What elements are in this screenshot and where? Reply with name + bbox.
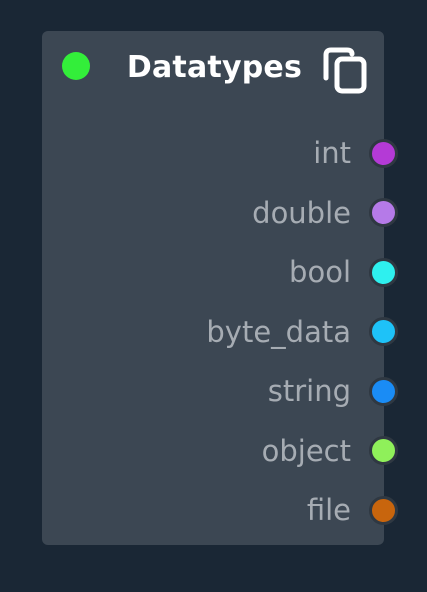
output-port-byte-data[interactable]: byte_data: [206, 314, 398, 349]
port-connector-dot[interactable]: [369, 317, 398, 346]
node-title: Datatypes: [126, 50, 302, 85]
port-label: double: [252, 195, 351, 230]
port-connector-dot[interactable]: [369, 198, 398, 227]
port-connector-dot[interactable]: [369, 257, 398, 287]
port-label: file: [306, 493, 351, 527]
port-label: int: [313, 136, 351, 170]
copy-icon[interactable]: [319, 44, 373, 98]
port-connector-dot[interactable]: [369, 436, 398, 465]
port-label: byte_data: [206, 314, 351, 349]
port-label: object: [261, 433, 351, 468]
port-label: string: [267, 374, 351, 408]
output-port-string[interactable]: string: [267, 374, 398, 408]
port-connector-dot[interactable]: [369, 495, 398, 525]
port-label: bool: [289, 255, 351, 289]
port-connector-dot[interactable]: [369, 376, 398, 406]
status-indicator: [62, 52, 90, 80]
output-port-file[interactable]: file: [306, 493, 398, 527]
port-connector-dot[interactable]: [369, 138, 398, 168]
output-port-int[interactable]: int: [313, 136, 398, 170]
output-port-bool[interactable]: bool: [289, 255, 398, 289]
output-port-double[interactable]: double: [252, 195, 398, 230]
output-port-object[interactable]: object: [261, 433, 398, 468]
datatypes-node[interactable]: Datatypes int double bool byte_datastring ob…: [42, 31, 398, 545]
